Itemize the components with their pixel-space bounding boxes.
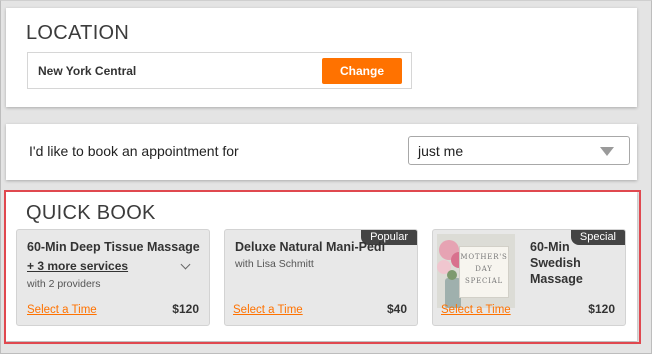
location-panel: LOCATION New York Central Change <box>6 8 637 107</box>
booking-for-label: I'd like to book an appointment for <box>29 143 239 159</box>
service-price: $120 <box>588 302 615 316</box>
quick-book-card-mani-pedi[interactable]: Popular Deluxe Natural Mani-Pedi with Li… <box>224 229 418 326</box>
chevron-down-icon[interactable] <box>180 259 191 270</box>
service-title-line: 60-Min <box>530 240 570 254</box>
booking-for-select[interactable]: just me <box>408 136 630 165</box>
service-price: $40 <box>386 302 407 316</box>
mothers-day-image: MOTHER'S DAY SPECIAL <box>437 234 515 308</box>
booking-for-panel: I'd like to book an appointment for just… <box>6 124 637 180</box>
provider-text: with Lisa Schmitt <box>235 258 314 270</box>
quick-book-card-swedish[interactable]: Special MOTHER'S DAY SPECIAL 60-Min Swed… <box>432 229 626 326</box>
quick-book-panel: QUICK BOOK 60-Min Deep Tissue Massage + … <box>6 192 637 341</box>
service-title: 60-Min Deep Tissue Massage <box>27 240 200 254</box>
mothers-day-card: MOTHER'S DAY SPECIAL <box>459 246 509 298</box>
providers-text: with 2 providers <box>27 278 101 290</box>
select-time-link[interactable]: Select a Time <box>233 304 303 316</box>
quick-book-card-deep-tissue[interactable]: 60-Min Deep Tissue Massage + 3 more serv… <box>16 229 210 326</box>
select-time-link[interactable]: Select a Time <box>441 304 511 316</box>
image-text-line: SPECIAL <box>464 277 504 285</box>
image-text-line: MOTHER'S <box>460 253 508 261</box>
quick-book-title: QUICK BOOK <box>26 202 156 224</box>
location-name: New York Central <box>38 64 137 78</box>
leaf-shape <box>447 270 457 280</box>
location-title: LOCATION <box>26 22 130 44</box>
service-title: Deluxe Natural Mani-Pedi <box>235 240 386 254</box>
service-price: $120 <box>172 302 199 316</box>
image-text-line: DAY <box>475 265 493 273</box>
dropdown-arrow-icon <box>600 147 614 156</box>
booking-for-value: just me <box>418 143 464 159</box>
service-title: 60-Min Swedish Massage <box>530 239 583 287</box>
service-title-line: Massage <box>530 272 583 286</box>
change-location-button[interactable]: Change <box>322 58 402 84</box>
more-services-link[interactable]: + 3 more services <box>27 259 128 273</box>
location-selector: New York Central Change <box>27 52 412 89</box>
select-time-link[interactable]: Select a Time <box>27 304 97 316</box>
service-title-line: Swedish <box>530 256 581 270</box>
